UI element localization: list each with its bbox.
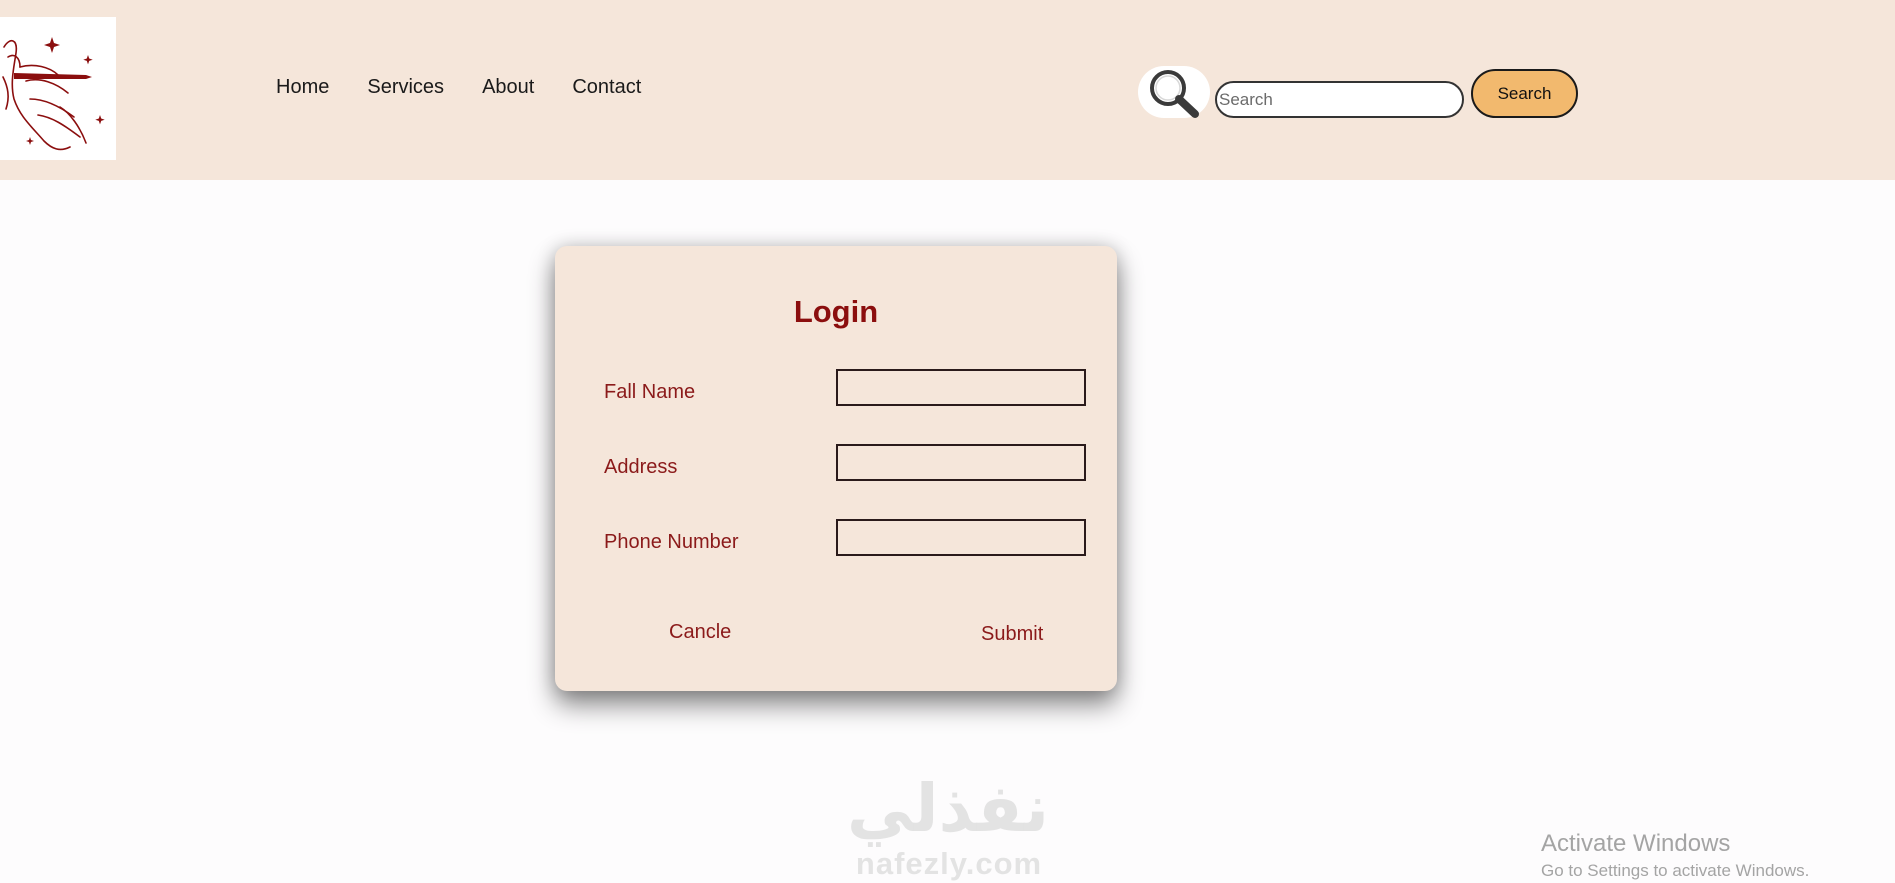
phone-number-label: Phone Number xyxy=(604,531,739,553)
nav-link-services[interactable]: Services xyxy=(367,76,444,99)
full-name-field[interactable] xyxy=(836,369,1086,406)
address-field[interactable] xyxy=(836,444,1086,481)
login-card: Login Fall Name Address Phone Number Can… xyxy=(555,246,1117,691)
cancel-button[interactable]: Cancle xyxy=(669,621,731,644)
login-title: Login xyxy=(793,294,879,329)
activate-windows-title: Activate Windows xyxy=(1541,830,1731,857)
site-header: Home Services About Contact Search xyxy=(0,0,1895,180)
search-button[interactable]: Search xyxy=(1471,69,1578,118)
nav-link-contact[interactable]: Contact xyxy=(572,76,641,99)
phone-number-field[interactable] xyxy=(836,519,1086,556)
nafezly-watermark-arabic: نفذلي xyxy=(847,770,1049,847)
submit-button[interactable]: Submit xyxy=(981,623,1043,646)
magnifier-icon xyxy=(1150,70,1199,118)
search-input[interactable] xyxy=(1215,81,1464,118)
address-label: Address xyxy=(604,456,678,478)
nafezly-watermark-latin: nafezly.com xyxy=(855,846,1043,881)
full-name-label: Fall Name xyxy=(604,381,696,403)
nav-link-about[interactable]: About xyxy=(482,76,534,99)
brand-logo[interactable] xyxy=(0,17,116,160)
main-nav: Home Services About Contact xyxy=(276,76,641,99)
search-icon-badge[interactable] xyxy=(1138,66,1210,118)
activate-windows-overlay: Activate Windows Go to Settings to activ… xyxy=(1541,830,1809,881)
hand-pen-logo-icon xyxy=(2,37,105,151)
nav-link-home[interactable]: Home xyxy=(276,76,329,99)
activate-windows-subtitle: Go to Settings to activate Windows. xyxy=(1541,861,1810,880)
